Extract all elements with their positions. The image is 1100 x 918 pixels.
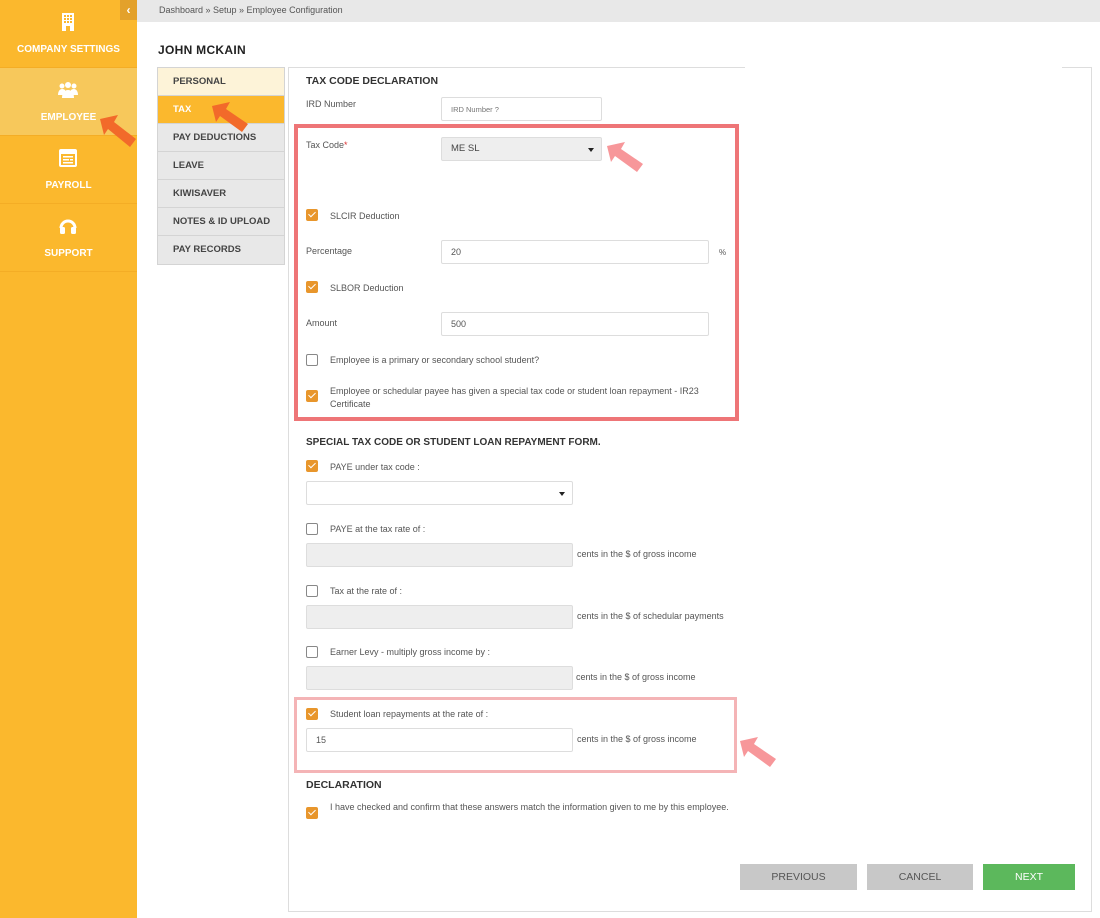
slbor-checkbox[interactable]	[306, 281, 318, 293]
earner-levy-checkbox[interactable]	[306, 646, 318, 658]
required-marker: *	[344, 140, 348, 150]
school-student-checkbox[interactable]	[306, 354, 318, 366]
paye-rate-checkbox[interactable]	[306, 523, 318, 535]
paye-under-checkbox[interactable]	[306, 460, 318, 472]
next-button[interactable]: NEXT	[983, 864, 1075, 890]
slcir-checkbox[interactable]	[306, 209, 318, 221]
declaration-label: I have checked and confirm that these an…	[330, 802, 729, 812]
tab-kiwisaver[interactable]: KIWISAVER	[158, 180, 284, 208]
breadcrumb: Dashboard » Setup » Employee Configurati…	[159, 5, 343, 15]
paye-rate-suffix: cents in the $ of gross income	[577, 549, 697, 559]
amount-label: Amount	[306, 318, 338, 328]
tab-leave[interactable]: LEAVE	[158, 152, 284, 180]
previous-button[interactable]: PREVIOUS	[740, 864, 857, 890]
student-loan-input[interactable]: 15	[306, 728, 573, 752]
declaration-checkbox[interactable]	[306, 807, 318, 819]
users-icon	[58, 82, 78, 98]
highlight-box-tax-code	[294, 124, 739, 421]
ir23-checkbox[interactable]	[306, 390, 318, 402]
tax-code-label-text: Tax Code	[306, 140, 345, 150]
chevron-left-icon: ‹	[126, 3, 131, 17]
tab-pay-records[interactable]: PAY RECORDS	[158, 236, 284, 264]
paye-rate-input[interactable]	[306, 543, 573, 567]
slbor-label: SLBOR Deduction	[330, 283, 404, 293]
paye-under-label: PAYE under tax code :	[330, 462, 420, 472]
ird-number-input[interactable]	[441, 97, 602, 121]
percent-suffix: %	[719, 248, 727, 257]
employee-tabs: PERSONAL TAX PAY DEDUCTIONS LEAVE KIWISA…	[157, 67, 285, 265]
annotation-arrow-icon	[607, 142, 643, 172]
caret-down-icon	[588, 148, 594, 152]
paye-rate-label: PAYE at the tax rate of :	[330, 524, 426, 534]
earner-levy-label: Earner Levy - multiply gross income by :	[330, 647, 491, 657]
panel-divider	[1062, 67, 1092, 68]
tax-code-select[interactable]: ME SL	[441, 137, 602, 161]
earner-levy-suffix: cents in the $ of gross income	[576, 672, 696, 682]
caret-down-icon	[559, 492, 565, 496]
student-loan-checkbox[interactable]	[306, 708, 318, 720]
tab-notes-id-upload[interactable]: NOTES & ID UPLOAD	[158, 208, 284, 236]
building-icon	[62, 13, 74, 31]
amount-input[interactable]: 500	[441, 312, 709, 336]
ir23-label: Employee or schedular payee has given a …	[330, 386, 699, 409]
ird-number-label: IRD Number	[306, 99, 357, 109]
sidebar-item-support[interactable]: SUPPORT	[0, 204, 137, 272]
percentage-input[interactable]: 20	[441, 240, 709, 264]
tax-rate-checkbox[interactable]	[306, 585, 318, 597]
sidebar-item-company-settings[interactable]: COMPANY SETTINGS	[0, 0, 137, 68]
sidebar-item-label: SUPPORT	[44, 248, 93, 259]
slcir-label: SLCIR Deduction	[330, 211, 400, 221]
tax-code-label: Tax Code*	[306, 140, 348, 150]
sidebar-collapse-button[interactable]: ‹	[120, 0, 137, 20]
tax-code-declaration-title: TAX CODE DECLARATION	[306, 75, 439, 87]
annotation-arrow-icon	[740, 737, 776, 767]
sidebar-item-label: COMPANY SETTINGS	[17, 44, 120, 55]
tax-rate-input[interactable]	[306, 605, 573, 629]
payroll-icon	[59, 149, 77, 167]
paye-under-select[interactable]	[306, 481, 573, 505]
tab-personal[interactable]: PERSONAL	[158, 68, 284, 96]
top-bar: Dashboard » Setup » Employee Configurati…	[137, 0, 1100, 22]
tax-code-value: ME SL	[451, 143, 480, 154]
annotation-arrow-icon	[100, 115, 136, 147]
student-loan-label: Student loan repayments at the rate of :	[330, 709, 489, 719]
special-form-title: SPECIAL TAX CODE OR STUDENT LOAN REPAYME…	[306, 437, 601, 448]
panel-divider	[288, 67, 745, 68]
student-loan-suffix: cents in the $ of gross income	[577, 734, 697, 744]
school-student-label: Employee is a primary or secondary schoo…	[330, 355, 540, 365]
earner-levy-input[interactable]	[306, 666, 573, 690]
percentage-label: Percentage	[306, 246, 353, 256]
sidebar-item-label: PAYROLL	[45, 180, 92, 191]
headset-icon	[59, 219, 77, 234]
annotation-arrow-icon	[212, 102, 248, 132]
cancel-button[interactable]: CANCEL	[867, 864, 973, 890]
declaration-title: DECLARATION	[306, 779, 382, 791]
tax-rate-suffix: cents in the $ of schedular payments	[577, 611, 724, 621]
employee-name: JOHN MCKAIN	[158, 43, 246, 57]
tax-rate-label: Tax at the rate of :	[330, 586, 403, 596]
app-root: COMPANY SETTINGS EMPLOYEE PAYROLL SUPPOR…	[0, 0, 1100, 918]
